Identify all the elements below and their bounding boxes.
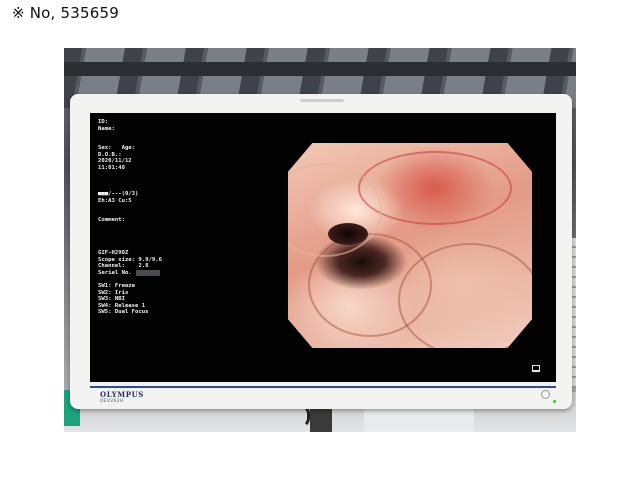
exam-date: 2020/11/12	[98, 158, 132, 165]
endoscopy-image	[288, 143, 532, 348]
switch-5: SW5: Dual Focus	[98, 309, 149, 316]
switch-1: SW1: Freeze	[98, 282, 136, 289]
patient-info-overlay: ID: Name: Sex: Age: D.O.B.: 2020/11/12 1…	[98, 119, 268, 316]
bezel-stripe	[90, 386, 556, 388]
brand-logo: OLYMPUS	[100, 390, 144, 399]
screen-mode-icon	[532, 365, 540, 372]
plastic-bag	[364, 406, 474, 432]
mucosal-fold	[288, 163, 382, 257]
switch-2: SW2: Iris	[98, 289, 129, 296]
monitor-stand	[310, 406, 332, 432]
serial-label: Serial No.	[98, 269, 132, 276]
image-indicator: ■■■/---(0/3)	[98, 191, 139, 198]
power-led-icon	[553, 400, 556, 403]
dob-label: D.O.B.:	[98, 151, 122, 158]
channel-size: Channel: 2.8	[98, 263, 149, 270]
id-label: ID:	[98, 119, 109, 125]
ceiling-beam	[64, 62, 576, 76]
switch-3: SW3: NBI	[98, 296, 125, 303]
mucosal-fold	[398, 243, 532, 348]
photo-caption: ※ No, 535659	[12, 4, 119, 22]
scope-model: GIF-H290Z	[98, 249, 129, 256]
model-label: OEV262H	[100, 399, 124, 404]
comment-label: Comment:	[98, 217, 125, 224]
monitor-bezel: ID: Name: Sex: Age: D.O.B.: 2020/11/12 1…	[70, 94, 572, 409]
exam-time: 11:01:48	[98, 164, 125, 171]
scope-size: Scope size: 9.9/9.6	[98, 256, 162, 263]
enhancement-setting: Eh:A3 Cu:5	[98, 197, 132, 204]
power-icon[interactable]	[541, 390, 550, 399]
name-label: Name:	[98, 125, 115, 132]
switch-4: SW4: Release 1	[98, 302, 146, 309]
sex-age-label: Sex: Age:	[98, 145, 136, 152]
bezel-notch	[300, 99, 344, 102]
monitor-photo: ID: Name: Sex: Age: D.O.B.: 2020/11/12 1…	[64, 48, 576, 432]
lumen	[328, 223, 368, 245]
serial-row: Serial No.	[98, 270, 268, 277]
redacted-serial	[135, 270, 160, 276]
monitor-screen: ID: Name: Sex: Age: D.O.B.: 2020/11/12 1…	[90, 113, 556, 382]
